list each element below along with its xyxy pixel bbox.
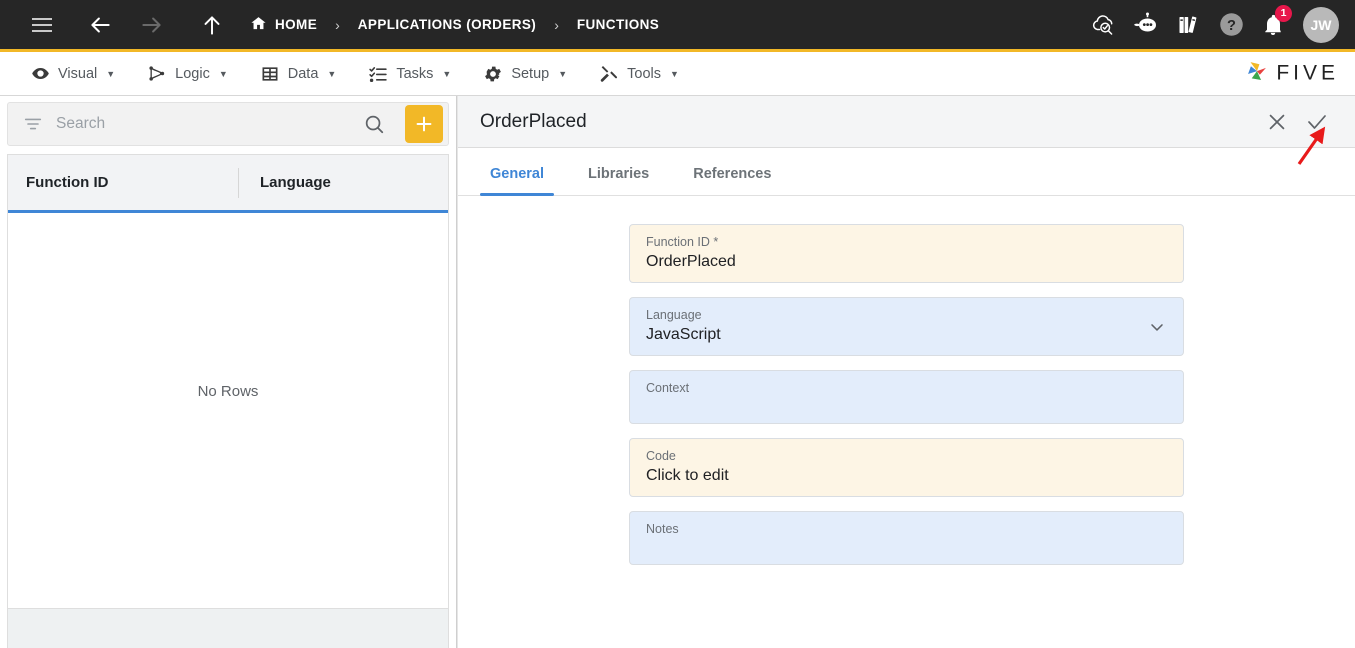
tab-references[interactable]: References (683, 166, 781, 195)
gear-icon (483, 64, 503, 84)
eye-icon (30, 64, 50, 84)
menu-item-visual[interactable]: Visual ▼ (14, 52, 131, 95)
notification-badge: 1 (1275, 4, 1292, 22)
menu-item-logic[interactable]: Logic ▼ (131, 52, 244, 95)
search-bar-area (0, 96, 456, 151)
page-title: OrderPlaced (480, 110, 587, 132)
breadcrumb-item-applications[interactable]: APPLICATIONS (ORDERS) (354, 17, 540, 32)
field-notes[interactable]: Notes (629, 511, 1184, 565)
chevron-down-icon: ▼ (106, 68, 116, 79)
breadcrumb-label: HOME (275, 17, 318, 32)
five-brand-logo: FIVE (1244, 58, 1339, 89)
functions-grid: Function ID Language No Rows (7, 154, 449, 608)
menu-label: Visual (58, 65, 98, 82)
field-language[interactable]: Language JavaScript (629, 297, 1184, 356)
search-input[interactable] (56, 115, 351, 133)
grid-body: No Rows (8, 213, 448, 608)
detail-tabs: General Libraries References (458, 148, 1355, 196)
chevron-down-icon: ▼ (558, 68, 568, 79)
grid-header-row: Function ID Language (8, 155, 448, 213)
breadcrumb-separator: › (335, 16, 340, 33)
user-avatar[interactable]: JW (1303, 6, 1339, 43)
field-value (646, 396, 1167, 423)
tools-icon (599, 64, 619, 84)
menu-label: Tools (627, 65, 661, 82)
menu-label: Setup (511, 65, 550, 82)
network-nodes-icon (147, 64, 167, 84)
notifications-bell-icon[interactable]: 1 (1255, 4, 1292, 43)
breadcrumb-label: APPLICATIONS (ORDERS) (357, 17, 537, 32)
field-label: Function ID * (646, 235, 719, 249)
cloud-search-icon[interactable] (1087, 7, 1123, 43)
field-label: Code (646, 449, 676, 463)
column-header-language[interactable]: Language (238, 167, 448, 198)
field-function-id[interactable]: Function ID * OrderPlaced (629, 224, 1184, 283)
breadcrumb-item-home[interactable]: HOME (246, 15, 321, 35)
svg-text:?: ? (1227, 18, 1236, 34)
forward-arrow-icon[interactable] (132, 5, 172, 45)
chatbot-icon[interactable] (1129, 7, 1165, 43)
field-value: Click to edit (646, 467, 729, 484)
menu-label: Logic (175, 65, 210, 82)
detail-panel-header: OrderPlaced (458, 96, 1355, 148)
application-menu-bar: Visual ▼ Logic ▼ Data ▼ Tasks ▼ Setup ▼ … (0, 52, 1355, 96)
empty-state-message: No Rows (197, 383, 259, 400)
breadcrumb-item-functions[interactable]: FUNCTIONS (573, 17, 663, 32)
breadcrumb-area: HOME › APPLICATIONS (ORDERS) › FUNCTIONS (22, 5, 1087, 45)
menu-item-tools[interactable]: Tools ▼ (583, 52, 695, 95)
top-bar-actions: ? 1 JW (1087, 4, 1339, 43)
close-icon[interactable] (1257, 102, 1297, 142)
menu-item-data[interactable]: Data ▼ (244, 52, 353, 95)
table-grid-icon (260, 64, 280, 84)
help-icon[interactable]: ? (1213, 7, 1249, 43)
chevron-down-icon: ▼ (442, 68, 452, 79)
general-form: Function ID * OrderPlaced Language JavaS… (458, 196, 1355, 648)
menu-item-tasks[interactable]: Tasks ▼ (352, 52, 467, 95)
field-label: Context (646, 381, 690, 395)
breadcrumb-label: FUNCTIONS (576, 17, 660, 32)
menu-label: Data (287, 65, 319, 82)
up-arrow-icon[interactable] (192, 5, 232, 45)
column-header-function-id[interactable]: Function ID (8, 168, 238, 198)
field-value: JavaScript (646, 326, 721, 343)
grid-footer-bar (7, 608, 449, 648)
field-code[interactable]: Code Click to edit (629, 438, 1184, 497)
field-label: Language (646, 308, 702, 322)
home-icon (250, 15, 267, 35)
five-pinwheel-logo-icon (1244, 58, 1270, 89)
field-label: Notes (646, 522, 679, 536)
checklist-icon (368, 64, 388, 84)
search-bar (7, 102, 449, 146)
brand-text: FIVE (1276, 61, 1339, 85)
field-value: OrderPlaced (646, 253, 736, 270)
main-content: Function ID Language No Rows OrderPlaced (0, 96, 1355, 648)
back-arrow-icon[interactable] (80, 5, 120, 45)
field-context[interactable]: Context (629, 370, 1184, 424)
books-icon[interactable] (1171, 7, 1207, 43)
hamburger-menu-icon[interactable] (22, 5, 62, 45)
field-value (646, 537, 1167, 564)
chevron-down-icon: ▼ (327, 68, 337, 79)
function-detail-panel: OrderPlaced General Libraries References… (457, 96, 1355, 648)
save-checkmark-button[interactable] (1297, 102, 1337, 142)
tab-libraries[interactable]: Libraries (578, 166, 659, 195)
search-icon[interactable] (363, 113, 393, 135)
tab-general[interactable]: General (480, 166, 554, 196)
breadcrumb-separator: › (554, 16, 559, 33)
menu-item-setup[interactable]: Setup ▼ (467, 52, 583, 95)
filter-icon[interactable] (22, 113, 44, 135)
menu-label: Tasks (396, 65, 434, 82)
chevron-down-icon: ▼ (218, 68, 228, 79)
app-page: HOME › APPLICATIONS (ORDERS) › FUNCTIONS (0, 0, 1355, 648)
chevron-down-icon[interactable] (1147, 317, 1167, 337)
add-function-button[interactable] (405, 105, 443, 143)
top-navigation-bar: HOME › APPLICATIONS (ORDERS) › FUNCTIONS (0, 0, 1355, 52)
functions-list-panel: Function ID Language No Rows (0, 96, 457, 648)
chevron-down-icon: ▼ (670, 68, 679, 79)
